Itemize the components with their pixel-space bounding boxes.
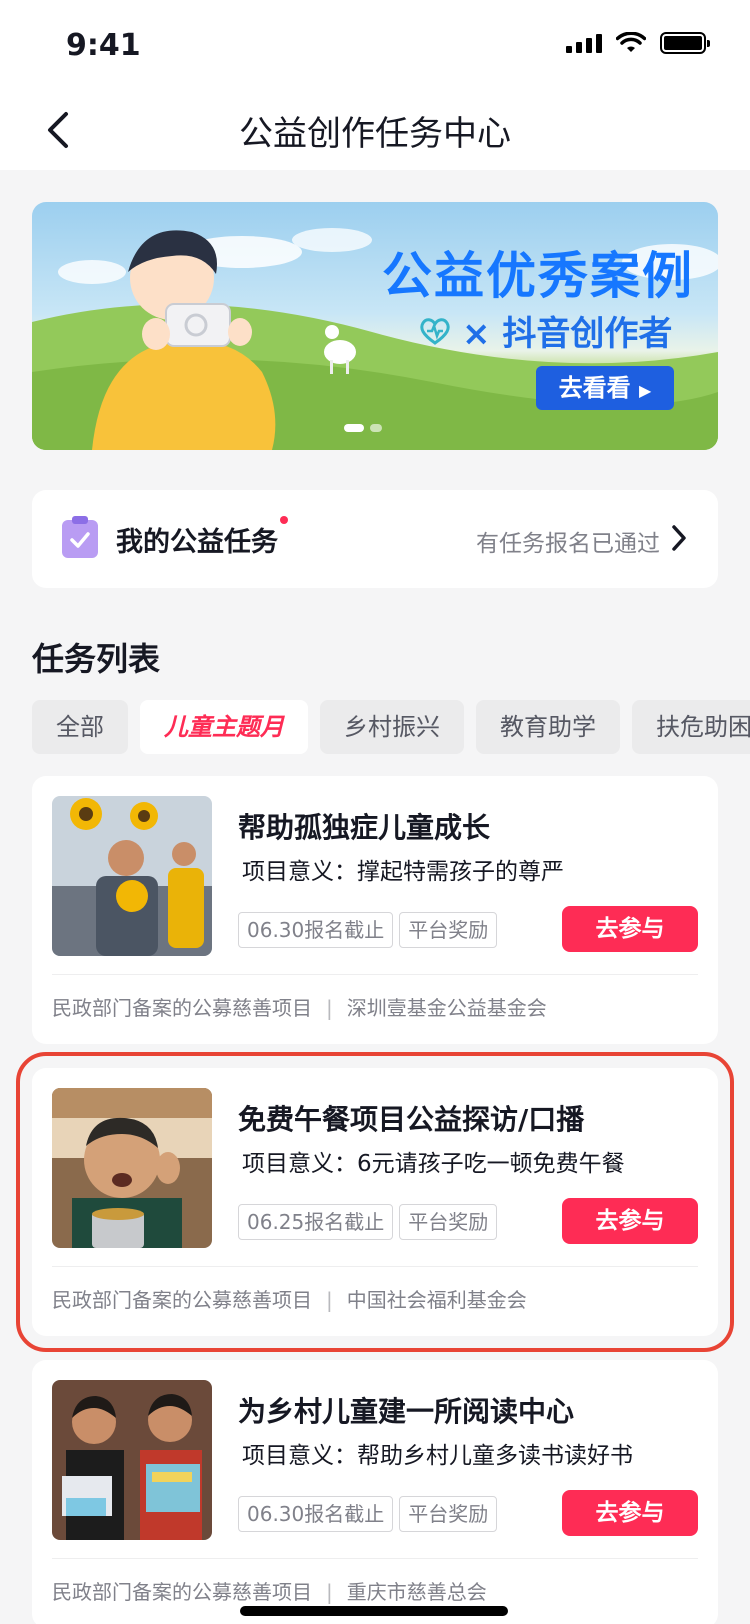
status-icons (566, 32, 710, 54)
footer-separator: | (326, 1288, 333, 1312)
task-card[interactable]: 为乡村儿童建一所阅读中心 项目意义：帮助乡村儿童多读书读好书 06.30报名截止… (32, 1360, 718, 1624)
task-tags: 06.30报名截止 平台奖励 (238, 1496, 498, 1532)
join-button[interactable]: 去参与 (562, 1490, 698, 1536)
page-title: 公益创作任务中心 (239, 114, 511, 154)
wifi-icon (616, 32, 646, 52)
task-card-highlighted[interactable]: 免费午餐项目公益探访/口播 项目意义：6元请孩子吃一顿免费午餐 06.25报名截… (16, 1052, 734, 1352)
notification-dot (280, 516, 288, 524)
task-tags: 06.30报名截止 平台奖励 (238, 912, 498, 948)
divider (52, 1558, 698, 1559)
task-list-title: 任务列表 (32, 640, 161, 678)
my-tasks-entry[interactable]: 我的公益任务 有任务报名已通过 (32, 490, 718, 588)
deadline-tag: 06.30报名截止 (238, 912, 394, 948)
banner-title: 公益优秀案例 (382, 247, 694, 305)
task-thumbnail (52, 796, 212, 956)
tab-education-aid[interactable]: 教育助学 (476, 700, 620, 754)
carousel-dot (370, 424, 382, 432)
footer-separator: | (326, 996, 333, 1020)
reward-tag: 平台奖励 (399, 1496, 498, 1532)
banner-subtitle: × 抖音创作者 (418, 306, 672, 355)
status-time: 9:41 (66, 28, 141, 63)
foundation-name[interactable]: 深圳壹基金公益基金会 (347, 996, 547, 1020)
tab-all[interactable]: 全部 (32, 700, 128, 754)
task-thumbnail (52, 1088, 212, 1248)
task-footer: 民政部门备案的公募慈善项目 | 中国社会福利基金会 (52, 1284, 527, 1313)
task-meaning: 项目意义：撑起特需孩子的尊严 (242, 859, 564, 885)
cellular-signal-icon (566, 33, 602, 53)
task-meaning: 项目意义：帮助乡村儿童多读书读好书 (242, 1443, 633, 1469)
reward-tag: 平台奖励 (399, 1204, 498, 1240)
home-indicator[interactable] (240, 1606, 508, 1616)
charity-type: 民政部门备案的公募慈善项目 (52, 996, 312, 1020)
task-title: 免费午餐项目公益探访/口播 (238, 1103, 585, 1136)
nav-bar: 公益创作任务中心 (0, 96, 750, 170)
my-tasks-status: 有任务报名已通过 (476, 531, 660, 557)
status-bar: 9:41 (0, 0, 750, 96)
footer-separator: | (326, 1580, 333, 1604)
task-thumbnail (52, 1380, 212, 1540)
category-tabs: 全部 儿童主题月 乡村振兴 教育助学 扶危助困 (32, 700, 750, 754)
clipboard-check-icon (62, 516, 98, 558)
carousel-dot-active (344, 424, 364, 432)
charity-type: 民政部门备案的公募慈善项目 (52, 1288, 312, 1312)
charity-type: 民政部门备案的公募慈善项目 (52, 1580, 312, 1604)
deadline-tag: 06.30报名截止 (238, 1496, 394, 1532)
heart-logo-icon (420, 317, 450, 345)
banner-button-label: 去看看 (558, 374, 631, 402)
task-footer: 民政部门备案的公募慈善项目 | 深圳壹基金公益基金会 (52, 992, 547, 1021)
deadline-tag: 06.25报名截止 (238, 1204, 394, 1240)
carousel-indicator (344, 424, 382, 432)
banner-subtitle-text: × 抖音创作者 (462, 314, 673, 354)
task-footer: 民政部门备案的公募慈善项目 | 重庆市慈善总会 (52, 1576, 487, 1605)
foundation-name[interactable]: 重庆市慈善总会 (347, 1580, 487, 1604)
tab-poverty-relief[interactable]: 扶危助困 (632, 700, 750, 754)
tab-children-theme-month[interactable]: 儿童主题月 (140, 700, 308, 754)
task-tags: 06.25报名截止 平台奖励 (238, 1204, 498, 1240)
play-triangle-icon: ▶ (639, 381, 652, 400)
join-button[interactable]: 去参与 (562, 1198, 698, 1244)
task-card[interactable]: 帮助孤独症儿童成长 项目意义：撑起特需孩子的尊严 06.30报名截止 平台奖励 … (32, 776, 718, 1044)
join-button[interactable]: 去参与 (562, 906, 698, 952)
chevron-right-icon (672, 525, 686, 551)
battery-icon (660, 32, 710, 54)
reward-tag: 平台奖励 (399, 912, 498, 948)
my-tasks-label: 我的公益任务 (116, 527, 278, 558)
banner-go-button[interactable]: 去看看 ▶ (536, 366, 674, 410)
task-meaning: 项目意义：6元请孩子吃一顿免费午餐 (242, 1151, 625, 1177)
task-title: 为乡村儿童建一所阅读中心 (238, 1395, 575, 1428)
tab-rural-revitalization[interactable]: 乡村振兴 (320, 700, 464, 754)
task-title: 帮助孤独症儿童成长 (238, 811, 491, 844)
promo-banner[interactable]: 公益优秀案例 × 抖音创作者 去看看 ▶ (32, 202, 718, 450)
divider (52, 974, 698, 975)
foundation-name[interactable]: 中国社会福利基金会 (347, 1288, 527, 1312)
divider (52, 1266, 698, 1267)
